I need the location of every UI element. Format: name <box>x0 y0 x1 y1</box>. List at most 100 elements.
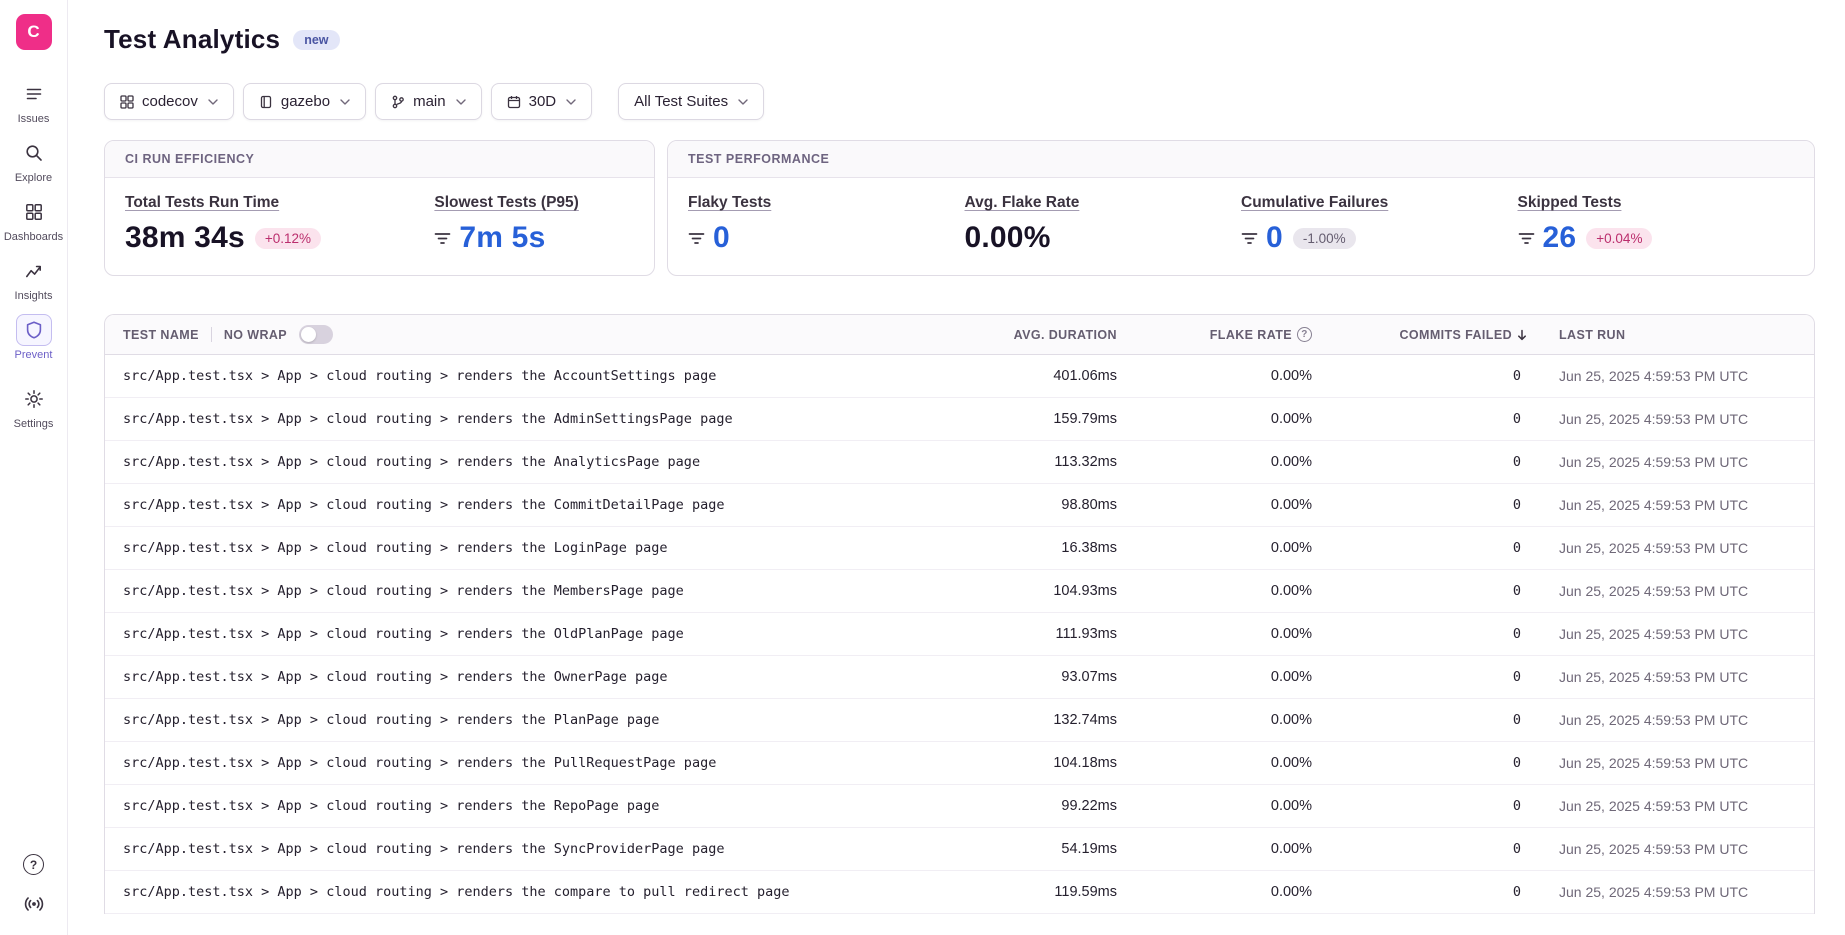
last-run-cell: Jun 25, 2025 4:59:53 PM UTC <box>1529 712 1814 728</box>
branch-filter-dropdown[interactable]: main <box>375 83 482 120</box>
table-row[interactable]: src/App.test.tsx > App > cloud routing >… <box>105 355 1814 398</box>
commits-failed-cell: 0 <box>1314 626 1529 642</box>
table-row[interactable]: src/App.test.tsx > App > cloud routing >… <box>105 527 1814 570</box>
commits-failed-cell: 0 <box>1314 841 1529 857</box>
date-range-dropdown[interactable]: 30D <box>491 83 593 120</box>
ci-run-efficiency-panel: CI RUN EFFICIENCY Total Tests Run Time 3… <box>104 140 655 276</box>
avg-duration-cell: 119.59ms <box>954 884 1119 900</box>
avg-duration-cell: 111.93ms <box>954 626 1119 642</box>
test-table-body: src/App.test.tsx > App > cloud routing >… <box>105 355 1814 914</box>
avg-duration-cell: 98.80ms <box>954 497 1119 513</box>
test-name-cell: src/App.test.tsx > App > cloud routing >… <box>105 540 954 556</box>
table-row[interactable]: src/App.test.tsx > App > cloud routing >… <box>105 828 1814 871</box>
org-avatar[interactable]: C <box>16 14 52 50</box>
sidebar: C Issues Explore Dashboards Insights <box>0 0 68 935</box>
slowest-tests-filter-link[interactable]: 7m 5s <box>434 221 545 255</box>
commits-failed-cell: 0 <box>1314 798 1529 814</box>
org-filter-dropdown[interactable]: codecov <box>104 83 234 120</box>
cumulative-failures-filter-link[interactable]: 0 <box>1241 221 1283 255</box>
sidebar-item-settings[interactable]: Settings <box>1 383 67 430</box>
sidebar-item-label: Dashboards <box>4 231 63 243</box>
last-run-cell: Jun 25, 2025 4:59:53 PM UTC <box>1529 626 1814 642</box>
filter-icon <box>1518 231 1535 246</box>
table-row[interactable]: src/App.test.tsx > App > cloud routing >… <box>105 613 1814 656</box>
metric-avg-flake-rate: Avg. Flake Rate 0.00% <box>965 194 1242 255</box>
broadcast-icon[interactable] <box>23 893 45 915</box>
metric-label[interactable]: Skipped Tests <box>1518 194 1622 212</box>
date-range-value: 30D <box>529 93 557 110</box>
tests-table: TEST NAME NO WRAP AVG. DURATION FLAKE RA… <box>104 314 1815 914</box>
last-run-cell: Jun 25, 2025 4:59:53 PM UTC <box>1529 884 1814 900</box>
sidebar-item-prevent[interactable]: Prevent <box>1 314 67 361</box>
table-row[interactable]: src/App.test.tsx > App > cloud routing >… <box>105 398 1814 441</box>
metric-value: 38m 34s <box>125 221 245 255</box>
flake-rate-header[interactable]: FLAKE RATE ? <box>1119 327 1314 342</box>
page-title: Test Analytics <box>104 24 280 55</box>
avg-duration-cell: 132.74ms <box>954 712 1119 728</box>
table-row[interactable]: src/App.test.tsx > App > cloud routing >… <box>105 742 1814 785</box>
no-wrap-toggle[interactable] <box>299 325 333 344</box>
metric-label[interactable]: Flaky Tests <box>688 194 771 212</box>
test-name-cell: src/App.test.tsx > App > cloud routing >… <box>105 669 954 685</box>
flake-rate-help-icon[interactable]: ? <box>1297 327 1312 342</box>
table-row[interactable]: src/App.test.tsx > App > cloud routing >… <box>105 484 1814 527</box>
test-suites-dropdown[interactable]: All Test Suites <box>618 83 764 120</box>
metric-cumulative-failures: Cumulative Failures 0 -1.00% <box>1241 194 1518 255</box>
flaky-tests-filter-link[interactable]: 0 <box>688 221 730 255</box>
sidebar-item-label: Issues <box>18 113 50 125</box>
new-badge: new <box>293 30 339 50</box>
test-name-cell: src/App.test.tsx > App > cloud routing >… <box>105 583 954 599</box>
last-run-cell: Jun 25, 2025 4:59:53 PM UTC <box>1529 497 1814 513</box>
trend-badge: -1.00% <box>1293 228 1356 249</box>
test-name-header: TEST NAME <box>123 328 199 342</box>
filter-icon <box>434 231 451 246</box>
table-row[interactable]: src/App.test.tsx > App > cloud routing >… <box>105 441 1814 484</box>
sidebar-item-label: Explore <box>15 172 52 184</box>
chevron-down-icon <box>566 99 576 105</box>
metric-label[interactable]: Total Tests Run Time <box>125 194 279 212</box>
branch-icon <box>391 95 405 109</box>
dashboards-icon <box>16 196 52 228</box>
metric-value: 0.00% <box>965 221 1051 255</box>
avg-duration-cell: 93.07ms <box>954 669 1119 685</box>
flake-rate-cell: 0.00% <box>1119 411 1314 427</box>
skipped-tests-filter-link[interactable]: 26 <box>1518 221 1577 255</box>
trend-badge: +0.04% <box>1586 228 1652 249</box>
sidebar-nav: Issues Explore Dashboards Insights Preve… <box>1 78 67 430</box>
commits-failed-header[interactable]: COMMITS FAILED <box>1314 328 1529 342</box>
table-row[interactable]: src/App.test.tsx > App > cloud routing >… <box>105 656 1814 699</box>
metric-panels: CI RUN EFFICIENCY Total Tests Run Time 3… <box>104 140 1815 276</box>
filter-icon <box>688 231 705 246</box>
insights-icon <box>16 255 52 287</box>
table-row[interactable]: src/App.test.tsx > App > cloud routing >… <box>105 785 1814 828</box>
metric-skipped-tests: Skipped Tests 26 +0.04% <box>1518 194 1795 255</box>
help-icon[interactable]: ? <box>23 854 44 875</box>
chevron-down-icon <box>738 99 748 105</box>
sidebar-item-explore[interactable]: Explore <box>1 137 67 184</box>
panel-title: CI RUN EFFICIENCY <box>105 141 654 178</box>
last-run-cell: Jun 25, 2025 4:59:53 PM UTC <box>1529 368 1814 384</box>
sidebar-item-dashboards[interactable]: Dashboards <box>1 196 67 243</box>
sidebar-item-issues[interactable]: Issues <box>1 78 67 125</box>
gear-icon <box>16 383 52 415</box>
repo-icon <box>259 95 273 109</box>
repo-filter-dropdown[interactable]: gazebo <box>243 83 366 120</box>
table-row[interactable]: src/App.test.tsx > App > cloud routing >… <box>105 871 1814 914</box>
sort-desc-icon[interactable] <box>1517 329 1527 341</box>
metric-value: 0 <box>1266 221 1283 255</box>
issues-icon <box>16 78 52 110</box>
test-name-cell: src/App.test.tsx > App > cloud routing >… <box>105 626 954 642</box>
panel-title: TEST PERFORMANCE <box>668 141 1814 178</box>
metric-label[interactable]: Slowest Tests (P95) <box>434 194 578 212</box>
avg-duration-header[interactable]: AVG. DURATION <box>954 328 1119 342</box>
test-name-cell: src/App.test.tsx > App > cloud routing >… <box>105 712 954 728</box>
table-row[interactable]: src/App.test.tsx > App > cloud routing >… <box>105 699 1814 742</box>
chevron-down-icon <box>340 99 350 105</box>
metric-label[interactable]: Cumulative Failures <box>1241 194 1388 212</box>
avg-duration-cell: 99.22ms <box>954 798 1119 814</box>
table-header-row: TEST NAME NO WRAP AVG. DURATION FLAKE RA… <box>105 315 1814 355</box>
sidebar-item-insights[interactable]: Insights <box>1 255 67 302</box>
metric-label[interactable]: Avg. Flake Rate <box>965 194 1080 212</box>
table-row[interactable]: src/App.test.tsx > App > cloud routing >… <box>105 570 1814 613</box>
last-run-header[interactable]: LAST RUN <box>1529 328 1814 342</box>
